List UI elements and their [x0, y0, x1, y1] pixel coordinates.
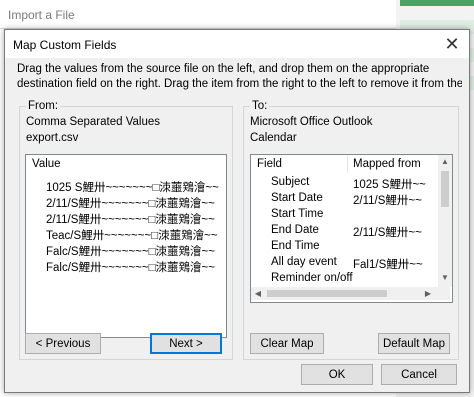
- horizontal-scroll-thumb[interactable]: [267, 290, 387, 297]
- map-custom-fields-dialog: Map Custom Fields ✕ Drag the values from…: [4, 29, 470, 393]
- scroll-up-icon[interactable]: ▲: [438, 157, 452, 166]
- field-name: Start Time: [271, 208, 324, 220]
- destination-list-header: Field Mapped from: [251, 155, 452, 173]
- dialog-titlebar: Map Custom Fields ✕: [5, 30, 469, 58]
- field-row-all-day-event[interactable]: All day event: [271, 256, 337, 270]
- clear-map-button[interactable]: Clear Map: [250, 333, 324, 354]
- mapped-value: Fal1/S鯉卅~~: [353, 259, 423, 271]
- vertical-scrollbar[interactable]: ▲ ▼: [438, 155, 452, 287]
- source-list-header: Value: [26, 155, 226, 173]
- scroll-left-icon[interactable]: ◀: [251, 289, 265, 298]
- horizontal-scrollbar[interactable]: ◀ ▶: [251, 287, 450, 300]
- mapped-from-column-header[interactable]: Mapped from: [353, 158, 421, 170]
- list-item[interactable]: 2/11/S鯉卅~~~~~~~□洓蘁䳫澮~~: [46, 195, 215, 210]
- background-titlebar: Import a File: [0, 0, 400, 29]
- field-row-subject[interactable]: Subject: [271, 176, 309, 190]
- background-title: Import a File: [8, 8, 75, 22]
- from-source-file: export.csv: [26, 132, 79, 144]
- field-row-start-time[interactable]: Start Time: [271, 208, 323, 222]
- ok-button[interactable]: OK: [301, 364, 373, 385]
- to-folder-name: Calendar: [250, 132, 297, 144]
- list-item[interactable]: 2/11/S鯉卅~~~~~~~□洓蘁䳫澮~~: [46, 211, 215, 226]
- scroll-right-icon[interactable]: ▶: [421, 289, 435, 298]
- field-row-start-date[interactable]: Start Date: [271, 192, 323, 206]
- instructions-line-2: destination field on the right. Drag the…: [17, 78, 462, 90]
- from-label: From:: [26, 100, 61, 112]
- field-row-end-date[interactable]: End Date: [271, 224, 319, 238]
- default-map-button[interactable]: Default Map: [378, 333, 450, 354]
- close-icon[interactable]: ✕: [441, 33, 463, 55]
- field-row-reminder[interactable]: Reminder on/off: [271, 272, 353, 286]
- field-name: End Time: [271, 240, 320, 252]
- scroll-down-icon[interactable]: ▼: [438, 273, 452, 282]
- to-app-name: Microsoft Office Outlook: [250, 116, 373, 128]
- vertical-scroll-thumb[interactable]: [441, 171, 449, 207]
- mapped-value: 1025 S鯉卅~~: [353, 179, 426, 191]
- source-values-list[interactable]: Value 1025 S鯉卅~~~~~~~□洓蘁䳫澮~~ 2/11/S鯉卅~~~…: [25, 154, 227, 338]
- from-source-type: Comma Separated Values: [26, 116, 161, 128]
- dialog-title: Map Custom Fields: [13, 38, 117, 52]
- destination-fields-list[interactable]: Field Mapped from Subject 1025 S鯉卅~~ Sta…: [250, 154, 453, 303]
- field-column-header[interactable]: Field: [257, 158, 282, 170]
- from-group: From: Comma Separated Values export.csv …: [19, 100, 233, 360]
- field-name: End Date: [271, 224, 319, 236]
- cancel-button[interactable]: Cancel: [381, 364, 457, 385]
- to-group: To: Microsoft Office Outlook Calendar Fi…: [243, 100, 459, 360]
- value-column-header[interactable]: Value: [32, 158, 61, 170]
- mapped-value: 2/11/S鯉卅~~: [353, 227, 422, 239]
- instructions-line-1: Drag the values from the source file on …: [17, 63, 430, 75]
- previous-button[interactable]: < Previous: [25, 333, 101, 354]
- field-name: Reminder on/off: [271, 272, 353, 284]
- list-item[interactable]: Falc/S鯉卅~~~~~~~□洓蘁䳫澮~~: [46, 259, 215, 274]
- field-name: Subject: [271, 176, 310, 188]
- mapped-value: 2/11/S鯉卅~~: [353, 195, 422, 207]
- list-item[interactable]: Teac/S鯉卅~~~~~~~□洓蘁䳫澮~~: [46, 227, 218, 242]
- instructions: Drag the values from the source file on …: [17, 62, 462, 92]
- to-label: To:: [250, 100, 270, 112]
- field-name: All day event: [271, 256, 337, 268]
- background-accent-bar: [400, 0, 474, 6]
- field-name: Start Date: [271, 192, 323, 204]
- field-row-end-time[interactable]: End Time: [271, 240, 320, 254]
- column-divider[interactable]: [347, 155, 348, 173]
- list-item[interactable]: 1025 S鯉卅~~~~~~~□洓蘁䳫澮~~: [46, 179, 219, 194]
- list-item[interactable]: Falc/S鯉卅~~~~~~~□洓蘁䳫澮~~: [46, 243, 215, 258]
- next-button[interactable]: Next >: [150, 333, 222, 354]
